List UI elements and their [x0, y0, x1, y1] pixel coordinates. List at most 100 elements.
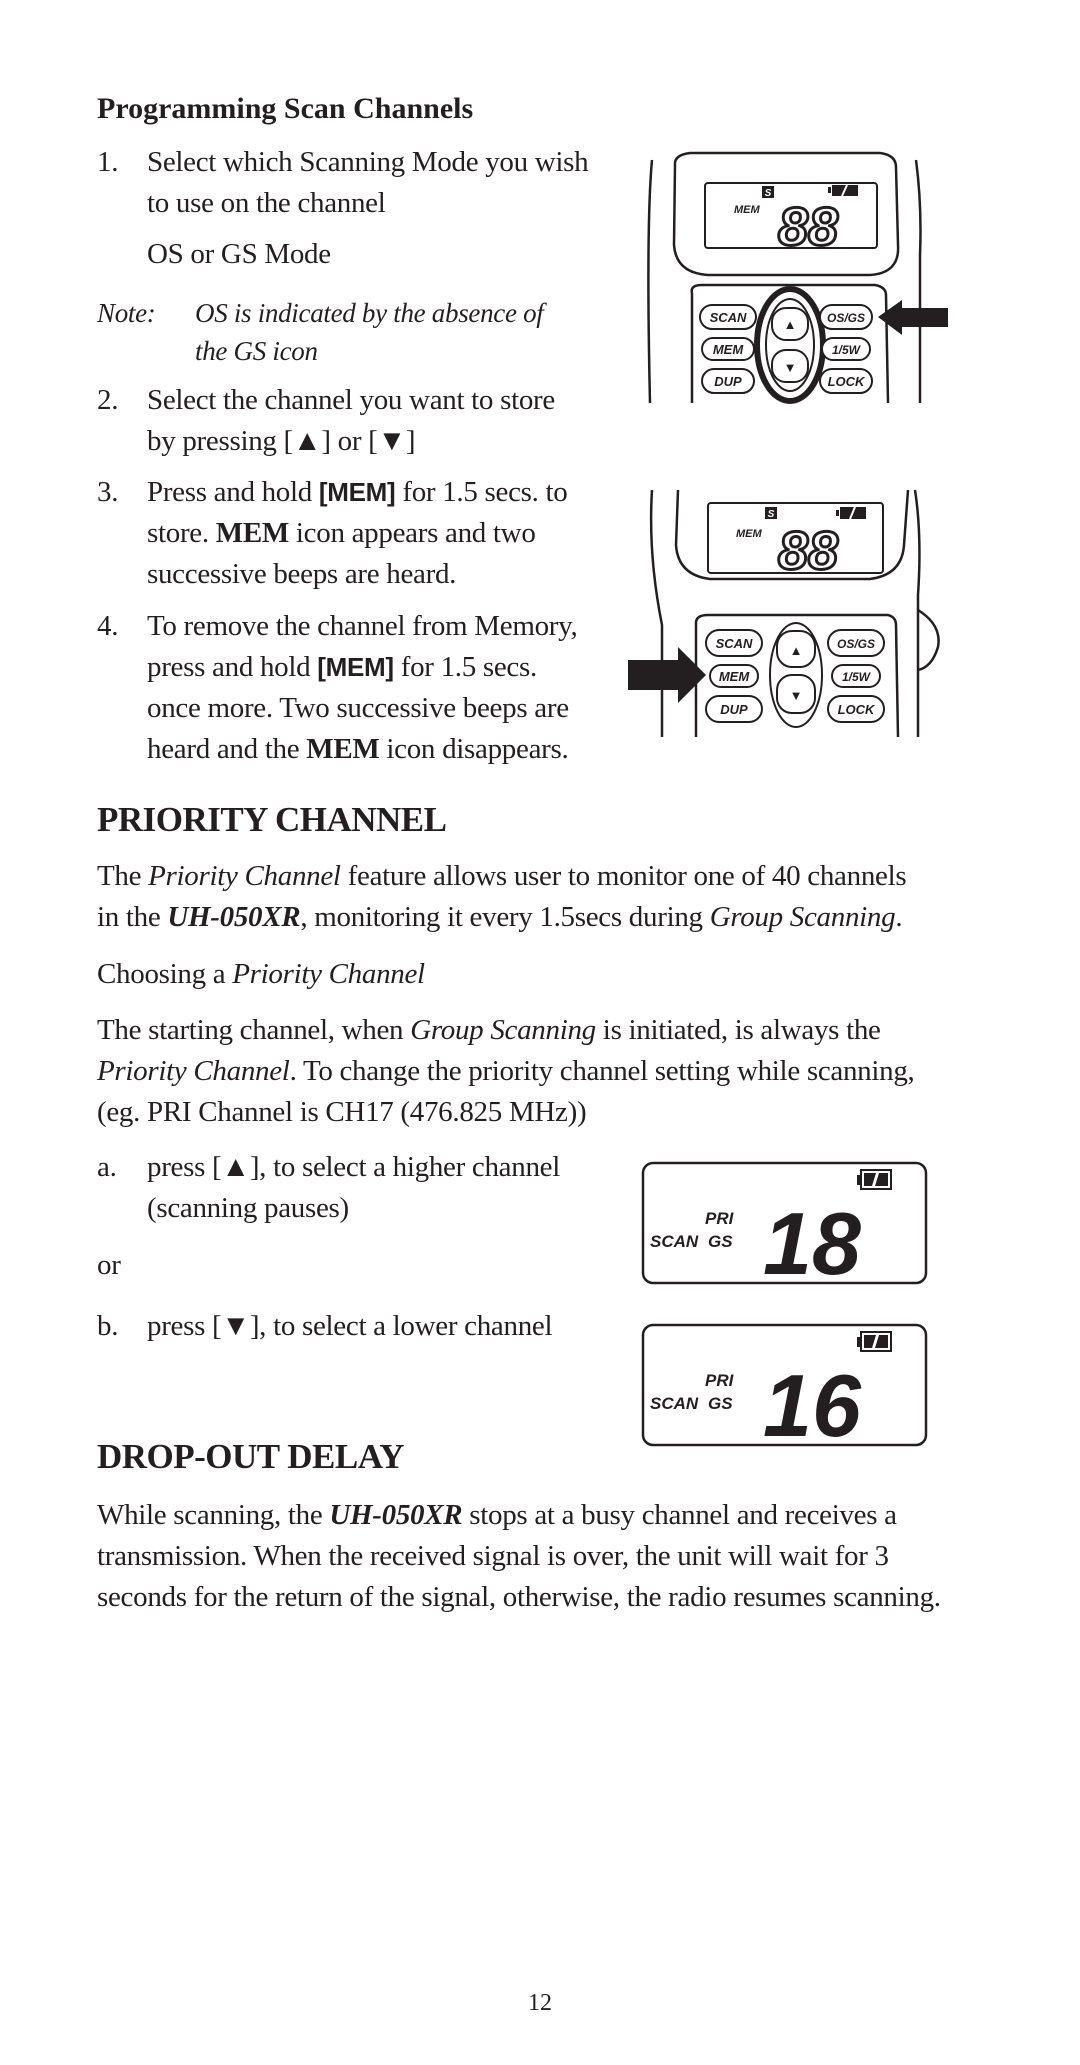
text-line: in the UH-050XR, monitoring it every 1.5… [97, 897, 997, 938]
step-text: to use on the channel [147, 187, 386, 219]
text: icon disappears. [379, 733, 569, 765]
step-text: Press and hold [MEM] for 1.5 secs. to [147, 472, 617, 513]
mem-button: MEM [701, 337, 755, 361]
channel-digits: 88 [778, 521, 838, 581]
lcd-figure-18: PRI SCAN GS 18 [641, 1161, 928, 1288]
scan-indicator: SCAN [650, 1232, 699, 1251]
text: The [97, 860, 149, 892]
channel-digits: 88 [778, 197, 838, 257]
text-line: Priority Channel. To change the priority… [97, 1051, 997, 1092]
option-label: b. [97, 1310, 119, 1342]
step-subtext: OS or GS Mode [147, 238, 331, 270]
priority-paragraph-1: The Priority Channel feature allows user… [97, 856, 997, 938]
text: Press and hold [147, 476, 319, 508]
step-number: 1. [97, 146, 119, 178]
priority-paragraph-2: The starting channel, when Group Scannin… [97, 1010, 997, 1133]
dup-button: DUP [705, 695, 763, 723]
channel-number: 18 [763, 1194, 861, 1288]
text: ] or [ [321, 425, 378, 457]
text: Priority Channel [148, 860, 341, 892]
down-arrow-icon: ▼ [790, 688, 803, 703]
text-line: seconds for the return of the signal, ot… [97, 1581, 941, 1613]
text: for 1.5 secs. to [395, 476, 568, 508]
s-icon-label: S [768, 509, 775, 520]
text: feature allows user to monitor one of 40… [340, 860, 907, 892]
or-text: or [97, 1249, 121, 1281]
text: heard and the [147, 733, 307, 765]
step-number: 2. [97, 384, 119, 416]
mem-indicator: MEM [734, 204, 761, 216]
text: by pressing [ [147, 425, 293, 457]
text-line: The Priority Channel feature allows user… [97, 856, 997, 897]
mem-button: MEM [709, 664, 759, 688]
step-text: Select which Scanning Mode you wish [147, 146, 589, 178]
radio-figure-2: S MEM 88 SCAN MEM DUP ▲ ▼ OS/GS 1/5W LOC… [628, 489, 940, 738]
text: Group Scanning [410, 1014, 596, 1046]
dup-button: DUP [701, 368, 755, 394]
text: ] [405, 425, 416, 457]
step-3: 3. Press and hold [MEM] for 1.5 secs. to… [97, 472, 617, 595]
mem-key-label: [MEM] [318, 477, 396, 507]
priority-subheading: Choosing a Priority Channel [97, 954, 997, 995]
step-text: once more. Two successive beeps are [147, 692, 569, 724]
section-heading-dropout: DROP-OUT DELAY [97, 1437, 405, 1476]
text: , monitoring it every 1.5secs during [300, 901, 710, 933]
text: Choosing a [97, 958, 233, 990]
text: press [ [147, 1151, 222, 1183]
model-name: UH-050XR [329, 1499, 463, 1531]
text-line: transmission. When the received signal i… [97, 1540, 889, 1572]
step-text: press and hold [MEM] for 1.5 secs. [147, 647, 617, 688]
lcd-display: S MEM 88 [707, 502, 884, 583]
step-text: by pressing [▲] or [▼] [147, 421, 617, 462]
button-label: MEM [719, 669, 751, 684]
pointer-arrow-icon [628, 647, 706, 703]
text: for 1.5 secs. [393, 651, 538, 683]
text-line: The starting channel, when Group Scannin… [97, 1010, 997, 1051]
text-line: (eg. PRI Channel is CH17 (476.825 MHz)) [97, 1096, 587, 1128]
text: stops at a busy channel and receives a [462, 1499, 897, 1531]
up-arrow-icon: ▲ [784, 317, 797, 332]
text: ], to select a higher channel [249, 1151, 560, 1183]
scan-button: SCAN [705, 629, 763, 657]
s-icon-label: S [765, 188, 772, 199]
text: is initiated, is always the [595, 1014, 881, 1046]
text: press and hold [147, 651, 318, 683]
button-label: 1/5W [832, 343, 862, 357]
button-label: SCAN [716, 636, 753, 651]
text: store. [147, 517, 216, 549]
step-text: Select the channel you want to store [147, 384, 555, 416]
battery-icon [857, 1169, 892, 1190]
mem-icon-label: MEM [215, 517, 289, 549]
note-text: the GS icon [195, 336, 318, 366]
step-2: 2. Select the channel you want to store … [97, 380, 617, 462]
pri-indicator: PRI [705, 1371, 735, 1390]
text: Priority Channel [232, 958, 425, 990]
down-arrow-icon: ▼ [377, 425, 407, 457]
note-text: OS is indicated by the absence of [195, 298, 544, 328]
up-arrow-icon: ▲ [292, 425, 322, 457]
dropout-paragraph: While scanning, the UH-050XR stops at a … [97, 1495, 997, 1618]
osgs-button: OS/GS [827, 629, 885, 657]
step-number: 3. [97, 476, 119, 508]
text: Group Scanning [709, 901, 896, 933]
text: Priority Channel [97, 1055, 290, 1087]
mem-indicator: MEM [736, 528, 763, 540]
mem-icon-label: MEM [306, 733, 380, 765]
radio-body-outline [647, 159, 654, 404]
pointer-arrow-icon [878, 300, 948, 335]
lock-button: LOCK [827, 695, 885, 723]
text: . To change the priority channel setting… [289, 1055, 915, 1087]
text-line: While scanning, the UH-050XR stops at a … [97, 1495, 997, 1536]
step-4: 4. To remove the channel from Memory, pr… [97, 606, 617, 770]
down-arrow-icon: ▼ [221, 1310, 250, 1342]
option-text: (scanning pauses) [147, 1192, 349, 1224]
lcd-display: S MEM 88 [704, 182, 878, 259]
text: press [ [147, 1310, 222, 1342]
option-text: press [▼], to select a lower channel [147, 1306, 617, 1347]
text: . [895, 901, 903, 933]
power-button: 1/5W [831, 664, 881, 688]
text: in the [97, 901, 168, 933]
up-button: ▲ [771, 307, 809, 341]
button-label: LOCK [838, 702, 876, 717]
text: ], to select a lower channel [249, 1310, 553, 1342]
